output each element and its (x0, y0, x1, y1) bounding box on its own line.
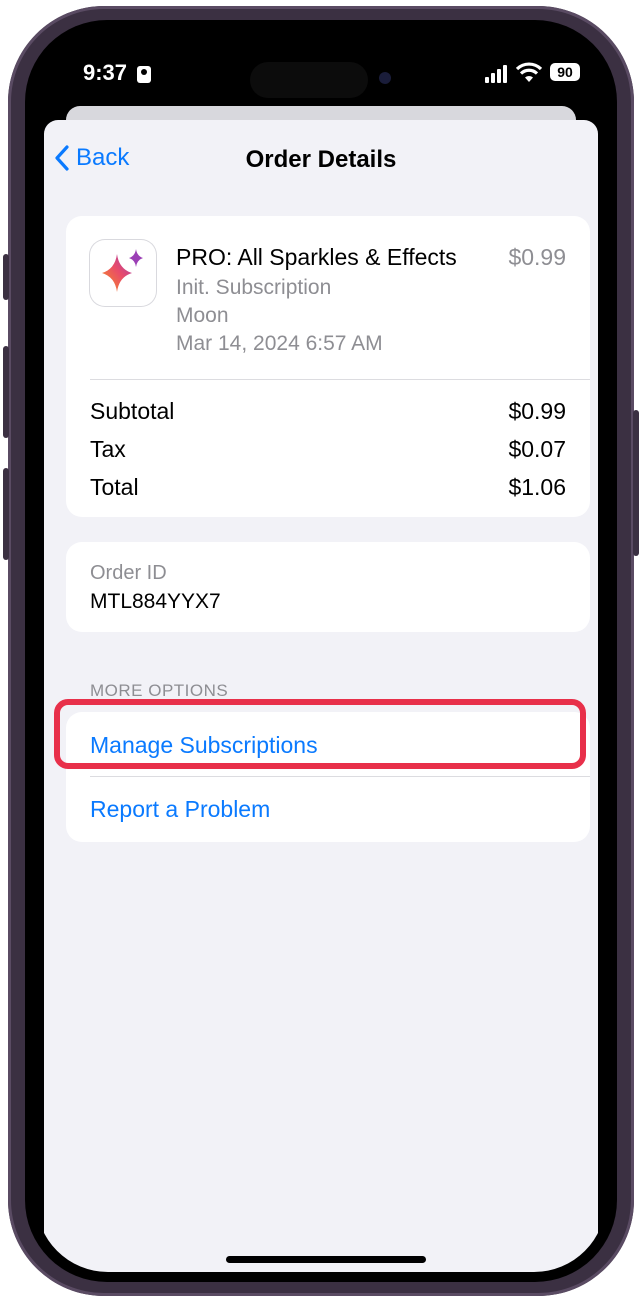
tax-value: $0.07 (508, 436, 566, 462)
cellular-signal-icon (485, 65, 509, 83)
order-details-sheet: Order Details Back PRO: All Sparkles & E… (44, 120, 598, 1272)
subscription-type: Init. Subscription (176, 276, 332, 299)
volume-up-button (3, 346, 9, 438)
highlight-box (54, 699, 586, 769)
back-label: Back (76, 144, 130, 171)
tax-label: Tax (90, 436, 126, 462)
contact-card-icon (137, 66, 151, 83)
item-price: $0.99 (508, 244, 566, 270)
total-row: Total $1.06 (90, 474, 566, 501)
battery-indicator: 90 (550, 63, 580, 81)
order-id-card: Order ID MTL884YYX7 (66, 542, 590, 632)
subtotal-row: Subtotal $0.99 (90, 398, 566, 425)
item-name: PRO: All Sparkles & Effects (176, 244, 457, 270)
volume-down-button (3, 468, 9, 560)
screen: 9:37 90 Order Details Back PRO: All Spar… (36, 32, 606, 1272)
report-problem-link[interactable]: Report a Problem (90, 796, 270, 823)
purchase-card: PRO: All Sparkles & Effects $0.99 Init. … (66, 216, 590, 517)
app-name: Moon (176, 304, 229, 327)
total-value: $1.06 (508, 474, 566, 500)
status-time: 9:37 (83, 60, 128, 85)
dynamic-island (250, 62, 368, 98)
purchase-date: Mar 14, 2024 6:57 AM (176, 332, 383, 355)
camera-icon (379, 72, 391, 84)
order-id-label: Order ID (90, 562, 167, 584)
home-indicator[interactable] (226, 1256, 426, 1263)
total-label: Total (90, 474, 139, 500)
wifi-icon (516, 62, 542, 82)
row-separator (90, 776, 590, 777)
tax-row: Tax $0.07 (90, 436, 566, 463)
subtotal-value: $0.99 (508, 398, 566, 424)
subtotal-label: Subtotal (90, 398, 175, 424)
phone-frame: 9:37 90 Order Details Back PRO: All Spar… (3, 6, 639, 1296)
more-options-header: MORE OPTIONS (90, 681, 229, 700)
action-button (3, 254, 9, 300)
chevron-left-icon (55, 145, 69, 171)
back-button[interactable]: Back (54, 144, 129, 172)
power-button (633, 410, 639, 556)
order-id-value[interactable]: MTL884YYX7 (90, 590, 221, 614)
sparkles-icon (102, 249, 143, 292)
divider (90, 379, 590, 380)
app-icon[interactable] (90, 240, 156, 306)
